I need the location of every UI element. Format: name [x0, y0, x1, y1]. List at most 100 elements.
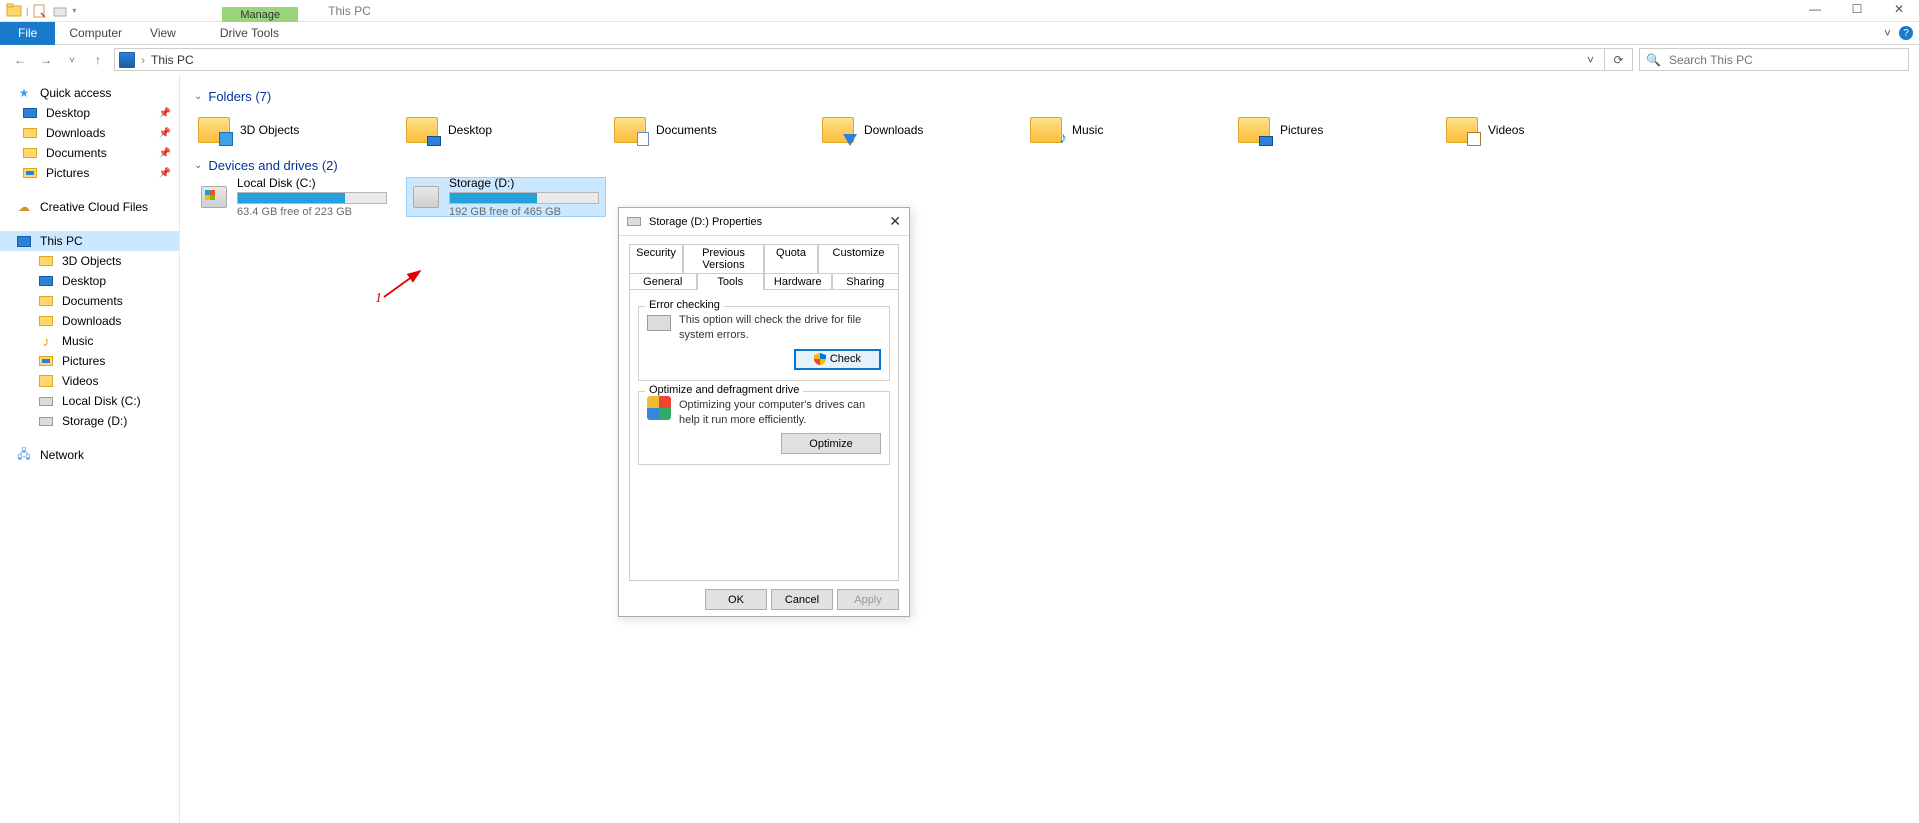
- minimize-button[interactable]: —: [1801, 2, 1829, 16]
- pc-music[interactable]: ♪Music: [0, 331, 179, 351]
- tab-customize[interactable]: Customize: [818, 244, 899, 273]
- pc-documents[interactable]: Documents: [0, 291, 179, 311]
- check-button[interactable]: Check: [794, 349, 881, 370]
- annotation-1: 1: [375, 291, 382, 307]
- properties-icon[interactable]: [32, 3, 48, 19]
- usage-bar: [237, 192, 387, 204]
- drive-icon: [39, 417, 53, 426]
- qa-documents[interactable]: Documents📌: [0, 143, 179, 163]
- pin-icon: 📌: [159, 128, 171, 139]
- apply-button[interactable]: Apply: [837, 589, 899, 610]
- drive-icon: [39, 397, 53, 406]
- computer-tab[interactable]: Computer: [55, 22, 136, 45]
- address-bar[interactable]: › This PC ˅ ⟳: [114, 48, 1633, 71]
- creative-cloud[interactable]: ☁Creative Cloud Files: [0, 197, 179, 217]
- optimize-group: Optimize and defragment drive Optimizing…: [638, 391, 890, 466]
- navigation-pane: ★ Quick access Desktop📌 Downloads📌 Docum…: [0, 75, 180, 823]
- back-button[interactable]: ←: [10, 50, 30, 70]
- network-icon: 🖧: [16, 447, 32, 463]
- downloads-icon: [23, 128, 37, 138]
- dialog-close-button[interactable]: ✕: [889, 213, 901, 230]
- drive-tools-tab[interactable]: Drive Tools: [206, 22, 293, 45]
- tab-tools[interactable]: Tools: [697, 273, 765, 290]
- ribbon-expand-icon[interactable]: ˅: [1884, 26, 1891, 40]
- pc-local-disk-c[interactable]: Local Disk (C:): [0, 391, 179, 411]
- qa-pictures[interactable]: Pictures📌: [0, 163, 179, 183]
- folder-music[interactable]: ♪Music: [1026, 108, 1234, 152]
- drive-local-disk-c[interactable]: Local Disk (C:) 63.4 GB free of 223 GB: [194, 177, 394, 217]
- pc-downloads[interactable]: Downloads: [0, 311, 179, 331]
- qat-dropdown-icon[interactable]: ▾: [72, 6, 76, 15]
- tab-general[interactable]: General: [629, 273, 697, 290]
- folders-section-header[interactable]: ⌄ Folders (7): [194, 89, 1905, 104]
- tab-previous-versions[interactable]: Previous Versions: [683, 244, 764, 273]
- maximize-button[interactable]: ☐: [1843, 2, 1871, 16]
- usage-bar: [449, 192, 599, 204]
- folder-documents[interactable]: Documents: [610, 108, 818, 152]
- dialog-footer: OK Cancel Apply: [629, 581, 899, 610]
- new-folder-icon[interactable]: [52, 3, 68, 19]
- help-icon[interactable]: ?: [1899, 26, 1913, 40]
- tools-panel: Error checking This option will check th…: [629, 289, 899, 581]
- view-tab[interactable]: View: [136, 22, 190, 45]
- error-checking-group: Error checking This option will check th…: [638, 306, 890, 381]
- folder-desktop[interactable]: Desktop: [402, 108, 610, 152]
- addr-dropdown-icon[interactable]: ˅: [1587, 53, 1594, 67]
- tab-sharing[interactable]: Sharing: [832, 273, 900, 290]
- network[interactable]: 🖧Network: [0, 445, 179, 465]
- drives-section-header[interactable]: ⌄ Devices and drives (2): [194, 158, 1905, 173]
- folder-downloads[interactable]: Downloads: [818, 108, 1026, 152]
- this-pc[interactable]: This PC: [0, 231, 179, 251]
- close-button[interactable]: ✕: [1885, 2, 1913, 16]
- folder-3d-objects[interactable]: 3D Objects: [194, 108, 402, 152]
- ok-button[interactable]: OK: [705, 589, 767, 610]
- ribbon: File Computer View Drive Tools ˅ ?: [0, 22, 1919, 45]
- folder-videos[interactable]: Videos: [1442, 108, 1650, 152]
- tab-security[interactable]: Security: [629, 244, 683, 273]
- drive-icon: [201, 186, 227, 208]
- dialog-titlebar[interactable]: Storage (D:) Properties ✕: [619, 208, 909, 236]
- drives-grid: Local Disk (C:) 63.4 GB free of 223 GB S…: [194, 177, 1905, 217]
- drive-check-icon: [647, 313, 671, 333]
- refresh-button[interactable]: ⟳: [1604, 48, 1632, 71]
- optimize-button[interactable]: Optimize: [781, 433, 881, 454]
- shield-icon: [814, 353, 826, 365]
- folder-icon: ♪: [1030, 117, 1062, 143]
- cancel-button[interactable]: Cancel: [771, 589, 833, 610]
- up-button[interactable]: ↑: [88, 50, 108, 70]
- folder-icon: [406, 117, 438, 143]
- qat-sep: |: [26, 6, 28, 16]
- recent-locations-icon[interactable]: ˅: [62, 50, 82, 70]
- qa-desktop[interactable]: Desktop📌: [0, 103, 179, 123]
- drive-storage-d[interactable]: Storage (D:) 192 GB free of 465 GB: [406, 177, 606, 217]
- pictures-icon: [39, 356, 53, 366]
- search-input[interactable]: [1667, 52, 1902, 68]
- folder-pictures[interactable]: Pictures: [1234, 108, 1442, 152]
- breadcrumb-sep[interactable]: ›: [141, 53, 145, 67]
- tab-quota[interactable]: Quota: [764, 244, 818, 273]
- window-title: This PC: [328, 4, 371, 18]
- title-bar: | ▾ Manage This PC — ☐ ✕: [0, 0, 1919, 22]
- folder-icon: [822, 117, 854, 143]
- pc-storage-d[interactable]: Storage (D:): [0, 411, 179, 431]
- pc-videos[interactable]: Videos: [0, 371, 179, 391]
- pin-icon: 📌: [159, 148, 171, 159]
- manage-tab-header: Manage: [222, 7, 298, 22]
- file-tab[interactable]: File: [0, 22, 55, 45]
- breadcrumb-this-pc[interactable]: This PC: [151, 53, 194, 67]
- qa-downloads[interactable]: Downloads📌: [0, 123, 179, 143]
- this-pc-icon: [119, 52, 135, 68]
- optimize-title: Optimize and defragment drive: [645, 384, 803, 396]
- pc-desktop[interactable]: Desktop: [0, 271, 179, 291]
- forward-button[interactable]: →: [36, 50, 56, 70]
- tab-hardware[interactable]: Hardware: [764, 273, 832, 290]
- quick-access[interactable]: ★ Quick access: [0, 83, 179, 103]
- chevron-down-icon: ⌄: [194, 160, 202, 171]
- drive-icon: [413, 186, 439, 208]
- drive-icon: [627, 217, 641, 226]
- contextual-tab-group: Manage: [222, 0, 298, 22]
- search-box[interactable]: 🔍: [1639, 48, 1909, 71]
- folder-icon: [614, 117, 646, 143]
- pc-3d-objects[interactable]: 3D Objects: [0, 251, 179, 271]
- pc-pictures[interactable]: Pictures: [0, 351, 179, 371]
